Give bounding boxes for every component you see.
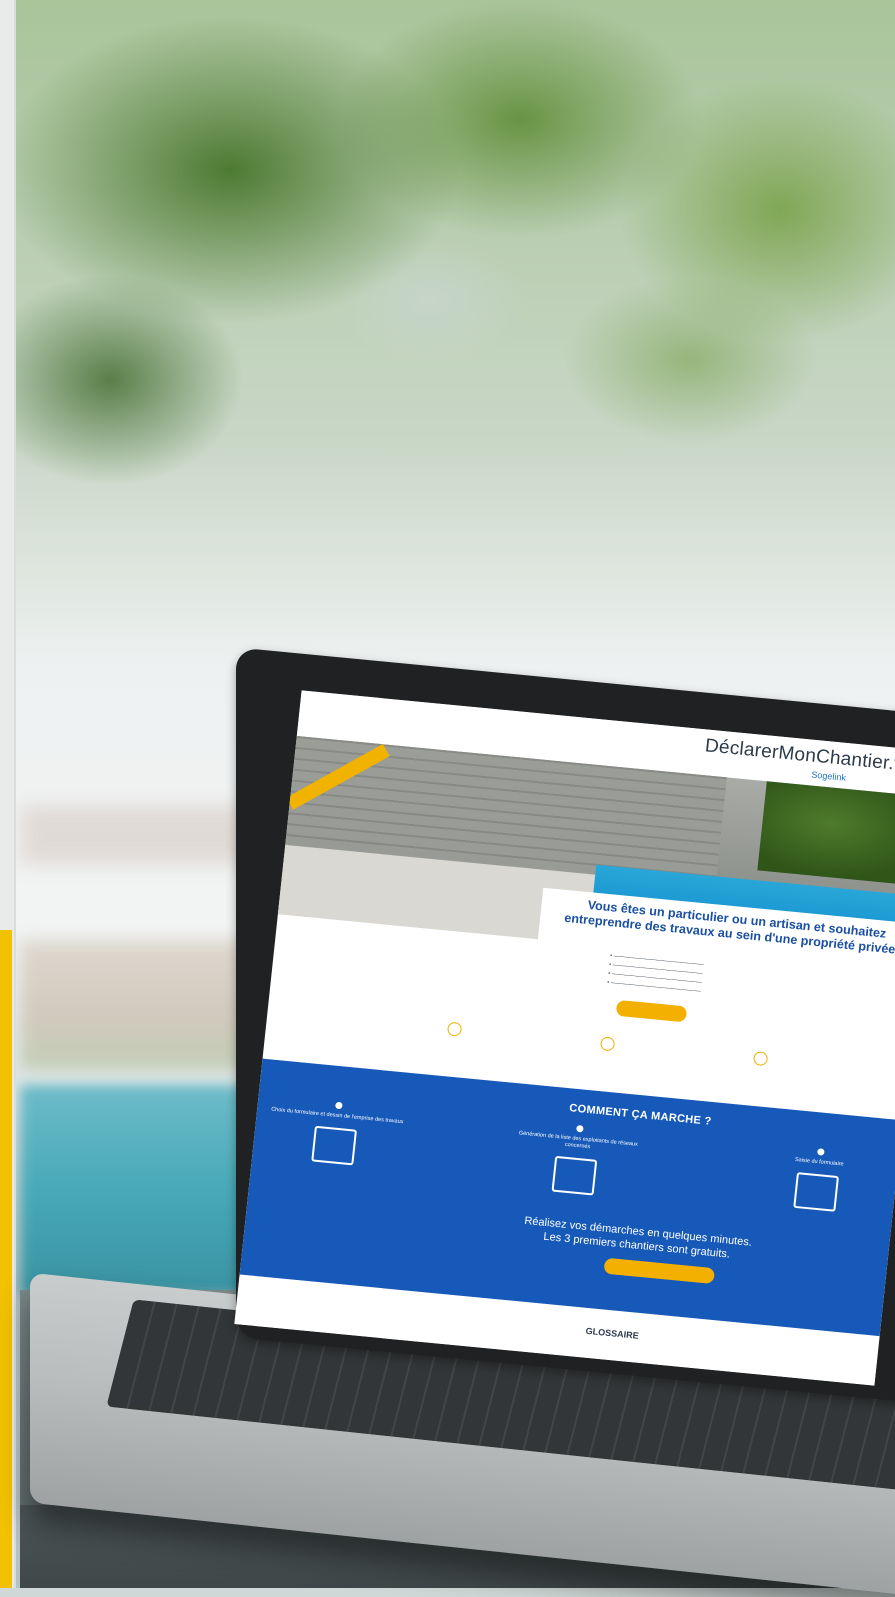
feature-item <box>753 1051 769 1069</box>
feature-item <box>599 1036 616 1054</box>
plan-icon <box>311 1125 358 1166</box>
hero-trees <box>757 781 895 887</box>
laptop-screen: DéclarerMonChantier.fr Sogelink Vous ête… <box>234 690 895 1386</box>
step-label: Choix du formulaire et dessin de l'empri… <box>270 1106 404 1126</box>
feature-icon <box>753 1051 769 1067</box>
cta-button[interactable] <box>615 999 688 1023</box>
feature-icon <box>599 1036 616 1052</box>
step-dot <box>816 1148 825 1156</box>
step-label: Saisie du formulaire <box>794 1156 844 1168</box>
clipboard-icon <box>551 1155 598 1196</box>
site-logo-sub: Sogelink <box>810 769 847 783</box>
step-dot <box>575 1124 584 1133</box>
step-label: Génération de la liste des exploitants d… <box>518 1130 639 1151</box>
yellow-side-stripe <box>0 930 12 1588</box>
form-checklist-icon <box>793 1172 840 1212</box>
cta-button-secondary[interactable] <box>603 1257 716 1285</box>
step-dot <box>334 1101 343 1110</box>
feature-icon <box>446 1021 462 1037</box>
feature-item <box>446 1021 462 1040</box>
